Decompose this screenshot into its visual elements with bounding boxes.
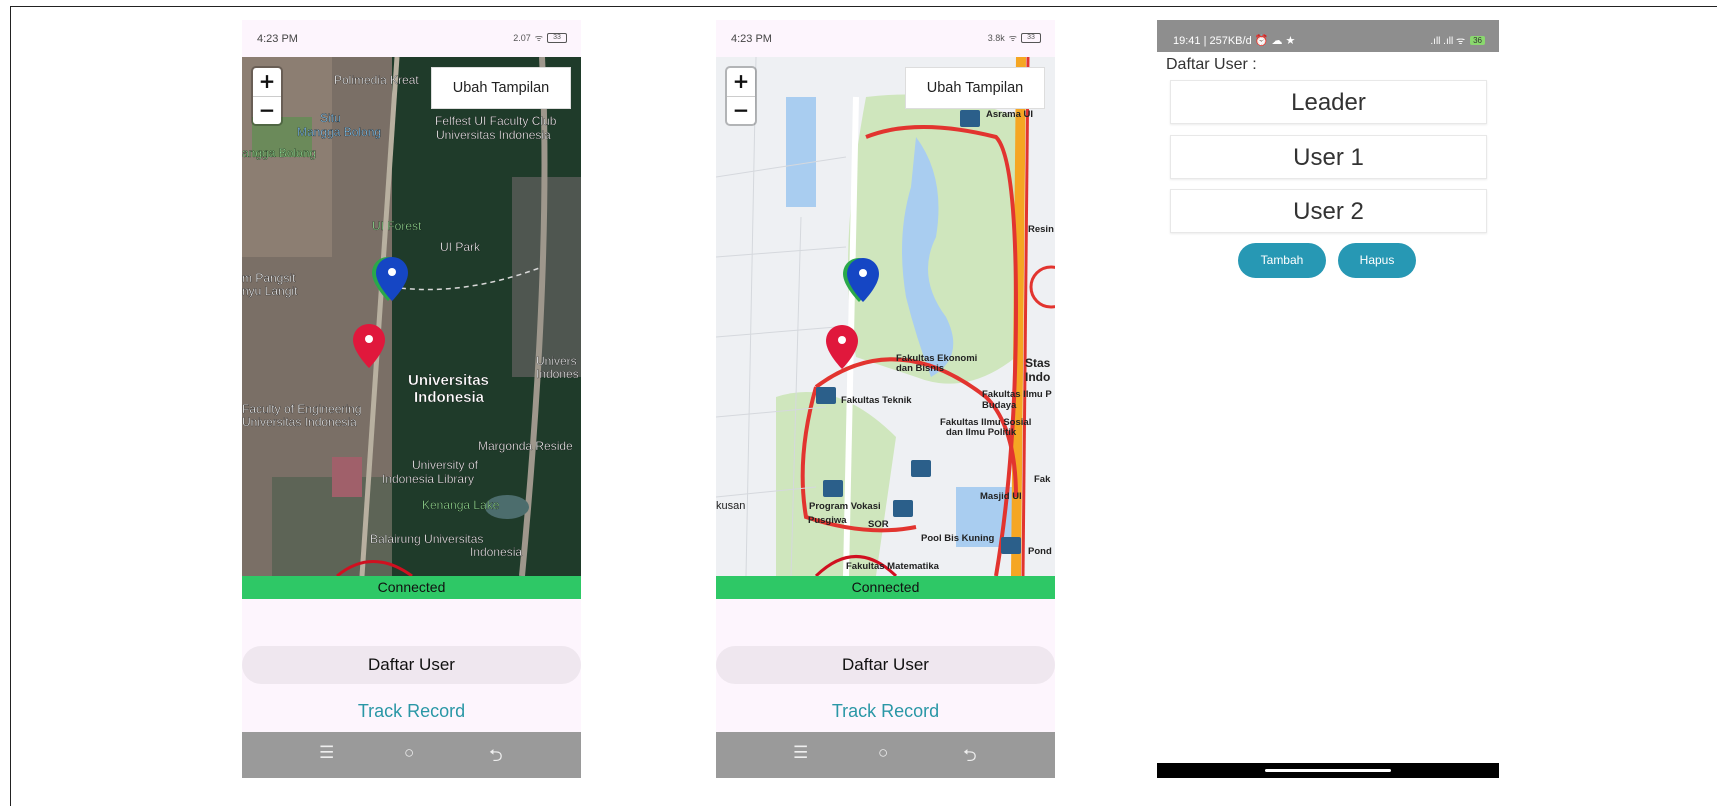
signal-icon: .ıll .ıll ᯤ <box>1430 36 1466 47</box>
user-item-user-2[interactable]: User 2 <box>1170 189 1487 233</box>
map-label: Kenanga Lake <box>422 498 500 512</box>
map-label-layer: Asrama UI Fakultas Ekonomi dan Bisnis Fa… <box>716 109 1054 572</box>
back-icon[interactable]: ⮌ <box>963 743 977 772</box>
map-label: University of <box>412 458 479 472</box>
user-item-leader[interactable]: Leader <box>1170 80 1487 124</box>
map-label: Felfest UI Faculty Club <box>435 114 557 128</box>
connection-status: Connected <box>716 576 1055 599</box>
network-speed: 2.07 <box>513 32 531 43</box>
daftar-user-button[interactable]: Daftar User <box>242 646 581 684</box>
menu-icon[interactable]: ☰ <box>793 743 808 763</box>
zoom-out-button[interactable]: − <box>727 96 755 124</box>
map-label: Pusgiwa <box>808 515 847 526</box>
zoom-in-button[interactable]: + <box>727 68 755 96</box>
battery-icon: 33 <box>1021 32 1041 43</box>
status-bar: 4:23 PM 3.8k ᯤ 33 <box>716 20 1055 57</box>
status-left: 19:41 | 257KB/d ⏰ ☁ ★ <box>1173 35 1296 47</box>
map-label: Pool Bis Kuning <box>921 533 995 544</box>
map-label: UI Forest <box>372 219 422 233</box>
delete-user-button[interactable]: Hapus <box>1338 243 1416 278</box>
home-icon[interactable]: ○ <box>878 743 888 763</box>
map-label: Situ <box>320 111 341 125</box>
map-label: Program Vokasi <box>809 501 881 512</box>
page-title: Daftar User : <box>1166 56 1257 73</box>
wifi-icon: ᯤ <box>1008 33 1017 43</box>
map-label: angga Bolong <box>242 146 316 160</box>
map-label: m Pangsit <box>242 271 296 285</box>
map-label: Resin <box>1028 224 1054 235</box>
zoom-control: + − <box>253 68 281 124</box>
map-label: Indonesia <box>414 389 485 406</box>
user-item-user-1[interactable]: User 1 <box>1170 135 1487 179</box>
status-icons: .ıll .ıll ᯤ 36 <box>1430 33 1485 47</box>
status-icons: 3.8k ᯤ 33 <box>988 31 1041 44</box>
status-bar: 19:41 | 257KB/d ⏰ ☁ ★ .ıll .ıll ᯤ 36 <box>1157 20 1499 52</box>
back-icon[interactable]: ⮌ <box>489 743 503 772</box>
map-label: dan Ilmu Politik <box>946 427 1017 438</box>
map-label: Masjid UI <box>980 491 1022 502</box>
map-label: Universitas Indonesia <box>436 128 551 142</box>
map-label: Asrama UI <box>986 109 1033 120</box>
zoom-in-button[interactable]: + <box>253 68 281 96</box>
map-marker-blue-icon <box>372 257 408 301</box>
map-label: Universitas <box>408 372 489 389</box>
map-marker-blue-icon <box>843 258 879 302</box>
toggle-view-button[interactable]: Ubah Tampilan <box>431 67 571 109</box>
map-label: dan Bisnis <box>896 363 944 374</box>
map-label: Fakultas Matematika <box>846 561 940 572</box>
zoom-out-button[interactable]: − <box>253 96 281 124</box>
track-record-button[interactable]: Track Record <box>242 697 581 725</box>
map-label-layer: Polimedia Kreat Situ Mangga Bolong angga… <box>242 73 579 559</box>
map-label: UI Park <box>440 240 481 254</box>
track-record-button[interactable]: Track Record <box>716 697 1055 725</box>
home-indicator[interactable] <box>1157 763 1499 778</box>
map-label: Mangga Bolong <box>297 125 381 139</box>
map-label: Indonesia <box>470 545 522 559</box>
map-label: Faculty of Engineering <box>242 402 361 416</box>
map-view[interactable]: Asrama UI Fakultas Ekonomi dan Bisnis Fa… <box>716 57 1055 576</box>
system-nav-bar: ☰ ○ ⮌ <box>242 732 581 778</box>
status-time: 4:23 PM <box>731 33 772 45</box>
map-label: Balairung Universitas <box>370 532 483 546</box>
map-label: Budaya <box>982 400 1017 411</box>
battery-icon: 36 <box>1470 35 1485 45</box>
toggle-view-button[interactable]: Ubah Tampilan <box>905 67 1045 109</box>
map-label: Univers <box>536 354 577 368</box>
map-label: Indo <box>1025 370 1050 384</box>
map-label: SOR <box>868 519 889 530</box>
map-label: Indonesia Library <box>382 472 474 486</box>
battery-icon: 33 <box>547 32 567 43</box>
status-icons: 2.07 ᯤ 33 <box>513 31 567 44</box>
menu-icon[interactable]: ☰ <box>319 743 334 763</box>
add-user-button[interactable]: Tambah <box>1238 243 1326 278</box>
system-nav-bar: ☰ ○ ⮌ <box>716 732 1055 778</box>
map-label: nyu Langit <box>242 284 298 298</box>
map-label: Pond <box>1028 546 1052 557</box>
status-bar: 4:23 PM 2.07 ᯤ 33 <box>242 20 581 57</box>
map-label: Polimedia Kreat <box>334 73 419 87</box>
phone-user-list: 19:41 | 257KB/d ⏰ ☁ ★ .ıll .ıll ᯤ 36 Daf… <box>1157 20 1499 778</box>
map-label: Stas <box>1025 356 1051 370</box>
network-speed: 3.8k <box>987 32 1005 43</box>
zoom-control: + − <box>727 68 755 124</box>
status-time: 4:23 PM <box>257 33 298 45</box>
map-label: Fakultas Teknik <box>841 395 912 406</box>
daftar-user-button[interactable]: Daftar User <box>716 646 1055 684</box>
map-label: kusan <box>716 500 745 512</box>
phone-satellite-view: 4:23 PM 2.07 ᯤ 33 Polimedia Kreat Situ M… <box>242 20 581 778</box>
wifi-icon: ᯤ <box>534 33 543 43</box>
home-icon[interactable]: ○ <box>404 743 414 763</box>
map-label: Margonda Reside <box>478 439 573 453</box>
connection-status: Connected <box>242 576 581 599</box>
map-marker-red-icon <box>826 325 858 369</box>
map-label: Fak <box>1034 474 1051 485</box>
map-label: Fakultas Ilmu P <box>982 389 1052 400</box>
map-label: Universitas Indonesia <box>242 415 357 429</box>
map-view[interactable]: Polimedia Kreat Situ Mangga Bolong angga… <box>242 57 581 576</box>
map-label: Indones <box>536 367 579 381</box>
phone-street-view: 4:23 PM 3.8k ᯤ 33 Asrama UI Fakultas Eko… <box>716 20 1055 778</box>
map-marker-red-icon <box>353 324 385 368</box>
